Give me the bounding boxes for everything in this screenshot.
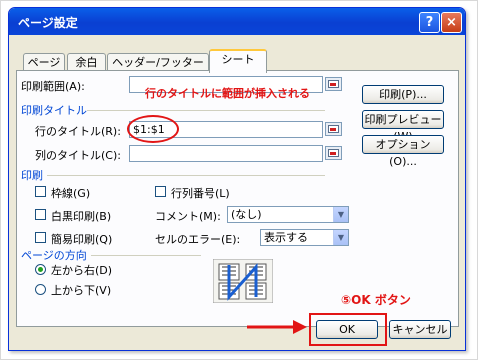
cell-errors-value: 表示する bbox=[264, 231, 308, 244]
sheet-tab-panel: 印刷範囲(A): 行のタイトルに範囲が挿入される 印刷タイトル 行のタイトル(R… bbox=[16, 70, 459, 327]
draft-quality-label: 簡易印刷(Q) bbox=[51, 233, 113, 246]
page-order-heading: ページの方向 bbox=[21, 249, 87, 262]
ok-annotation: ⑤OK ボタン bbox=[341, 293, 411, 307]
page-order-divider bbox=[91, 255, 201, 256]
page-setup-dialog: ページ設定 ? × ページ 余白 ヘッダー/フッター シート 印刷範囲(A): … bbox=[8, 7, 466, 351]
ok-button-highlight bbox=[309, 313, 387, 346]
row-field-highlight bbox=[127, 115, 179, 143]
title-bar: ページ設定 ? × bbox=[9, 8, 465, 35]
close-button[interactable]: × bbox=[441, 12, 462, 33]
top-to-bottom-label: 上から下(V) bbox=[51, 284, 112, 297]
print-area-ref-button[interactable] bbox=[325, 77, 342, 91]
tab-header-footer[interactable]: ヘッダー/フッター bbox=[107, 53, 209, 71]
tab-sheet[interactable]: シート bbox=[209, 49, 267, 73]
print-button[interactable]: 印刷(P)... bbox=[362, 85, 444, 104]
print-preview-button[interactable]: 印刷プレビュー(W) bbox=[362, 110, 444, 143]
cell-errors-label: セルのエラー(E): bbox=[155, 233, 241, 246]
pointer-arrow-icon bbox=[247, 320, 307, 334]
comments-value: (なし) bbox=[231, 208, 262, 221]
help-button[interactable]: ? bbox=[419, 12, 440, 33]
window-title: ページ設定 bbox=[18, 16, 78, 30]
cancel-button[interactable]: キャンセル bbox=[389, 320, 451, 339]
left-to-right-radio[interactable] bbox=[35, 264, 46, 275]
chevron-down-icon[interactable]: ▼ bbox=[333, 230, 348, 245]
row-titles-ref-button[interactable] bbox=[325, 122, 342, 136]
row-titles-label: 行のタイトル(R): bbox=[35, 125, 121, 138]
print-titles-heading: 印刷タイトル bbox=[21, 104, 87, 117]
col-titles-ref-button[interactable] bbox=[325, 146, 342, 160]
chevron-down-icon[interactable]: ▼ bbox=[333, 207, 348, 222]
gridlines-checkbox[interactable] bbox=[35, 186, 46, 197]
tab-page[interactable]: ページ bbox=[23, 53, 65, 71]
col-titles-field[interactable] bbox=[129, 145, 323, 162]
row-col-headings-checkbox[interactable] bbox=[155, 186, 166, 197]
draft-quality-checkbox[interactable] bbox=[35, 232, 46, 243]
left-to-right-label: 左から右(D) bbox=[51, 264, 113, 277]
options-button[interactable]: オプション(O)... bbox=[362, 135, 444, 168]
print-titles-divider bbox=[87, 110, 325, 111]
print-section-heading: 印刷 bbox=[21, 169, 43, 182]
row-title-annotation: 行のタイトルに範囲が挿入される bbox=[145, 87, 310, 100]
gridlines-label: 枠線(G) bbox=[51, 187, 91, 200]
col-titles-label: 列のタイトル(C): bbox=[35, 149, 121, 162]
cell-errors-select[interactable]: 表示する ▼ bbox=[260, 229, 349, 246]
comments-label: コメント(M): bbox=[155, 210, 221, 223]
page-order-preview-icon bbox=[213, 259, 273, 303]
black-white-checkbox[interactable] bbox=[35, 209, 46, 220]
black-white-label: 白黒印刷(B) bbox=[51, 210, 112, 223]
tab-margins[interactable]: 余白 bbox=[67, 53, 106, 71]
top-to-bottom-radio[interactable] bbox=[35, 284, 46, 295]
comments-select[interactable]: (なし) ▼ bbox=[227, 206, 349, 223]
row-col-headings-label: 行列番号(L) bbox=[171, 187, 230, 200]
print-section-divider bbox=[47, 175, 325, 176]
print-area-label: 印刷範囲(A): bbox=[21, 80, 85, 93]
